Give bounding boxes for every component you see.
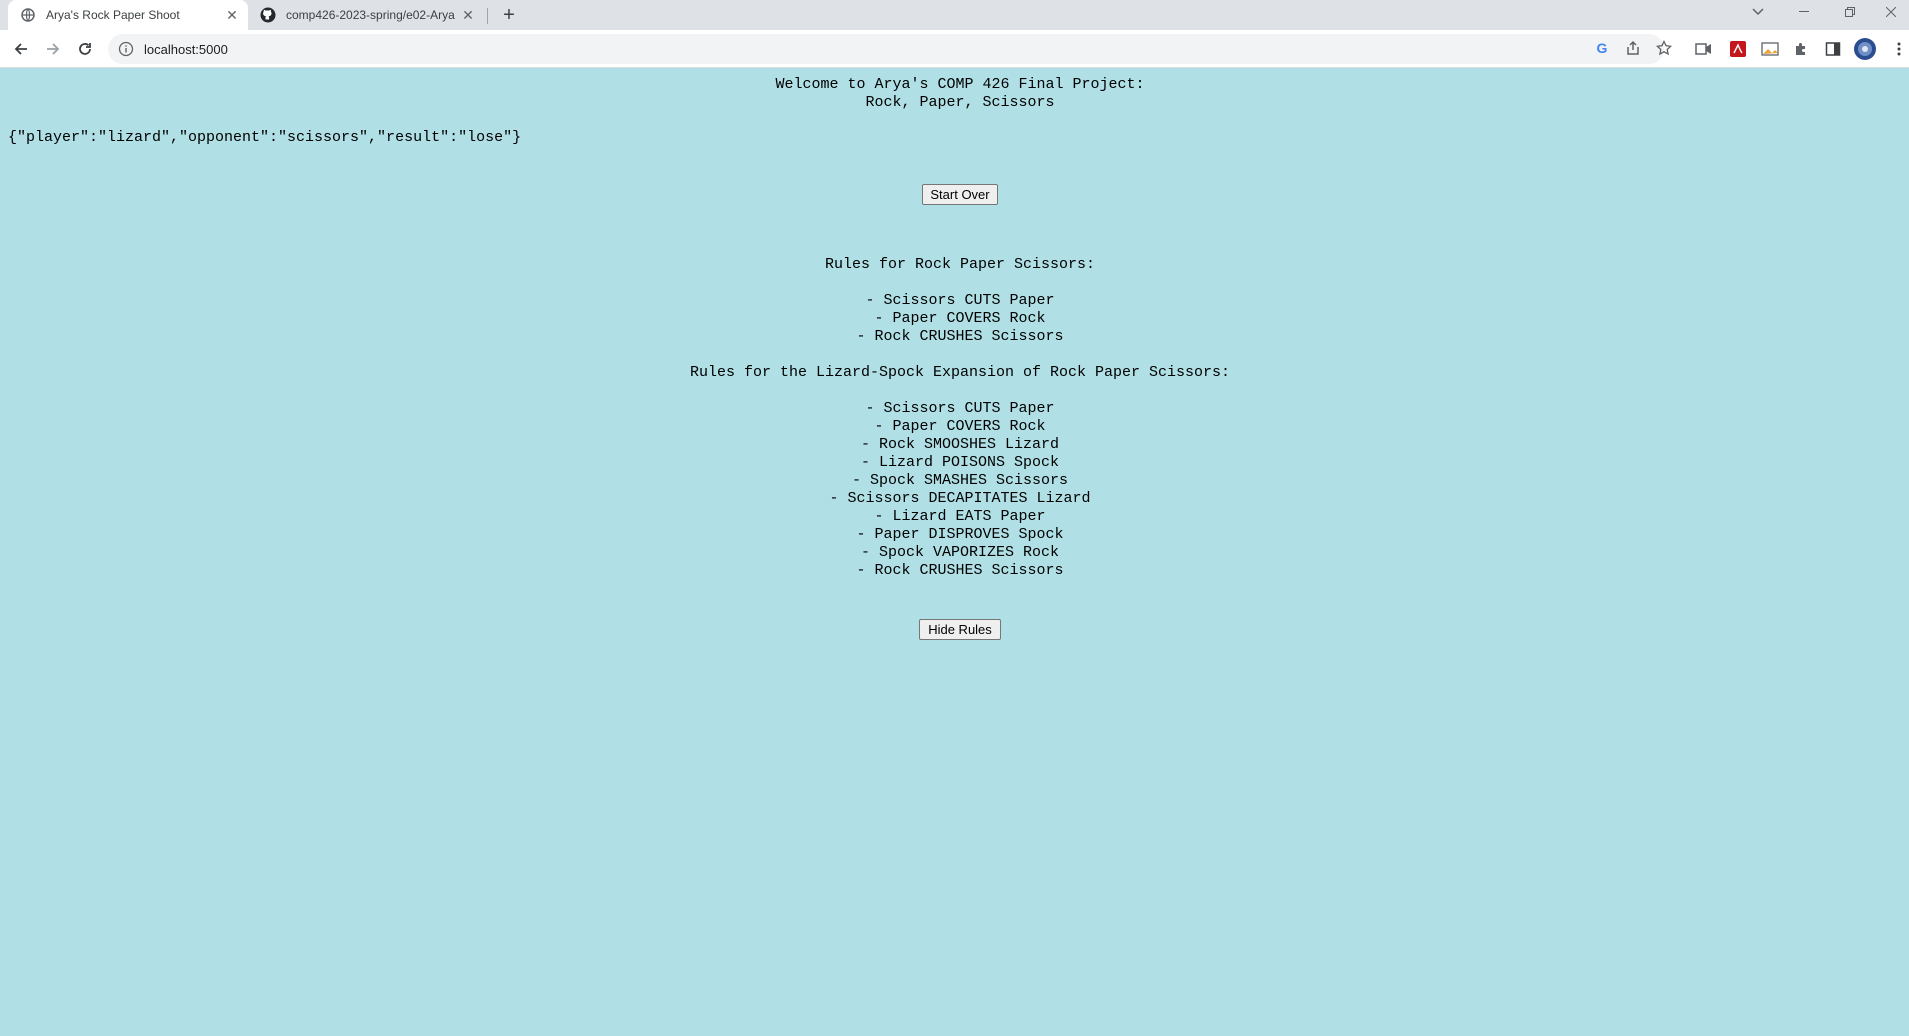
site-info-icon[interactable] (118, 41, 134, 57)
rpsls-rule: - Scissors DECAPITATES Lizard (829, 490, 1091, 507)
address-bar[interactable]: localhost:5000 (108, 34, 1664, 64)
heading-line-2: Rock, Paper, Scissors (865, 94, 1055, 111)
rpsls-rule: - Paper COVERS Rock (874, 418, 1046, 435)
rpsls-rule: - Paper DISPROVES Spock (856, 526, 1064, 543)
rps-rule: - Rock CRUSHES Scissors (856, 328, 1064, 345)
tab-separator (487, 8, 488, 24)
github-icon (260, 7, 276, 23)
back-arrow-icon[interactable] (7, 35, 35, 63)
new-tab-plus-icon[interactable]: + (497, 3, 521, 27)
side-panel-icon[interactable] (1822, 38, 1844, 60)
extensions-puzzle-icon[interactable] (1790, 38, 1812, 60)
close-tab-icon[interactable]: ✕ (222, 5, 242, 25)
share-icon[interactable] (1622, 37, 1644, 59)
close-tab-icon[interactable]: ✕ (458, 5, 478, 25)
minimize-icon[interactable] (1786, 0, 1822, 24)
page-content: Welcome to Arya's COMP 426 Final Project… (0, 68, 1909, 1036)
rps-rule: - Scissors CUTS Paper (865, 292, 1055, 309)
forward-arrow-icon[interactable] (39, 35, 67, 63)
chrome-menu-icon[interactable] (1888, 38, 1909, 60)
rpsls-rule: - Spock SMASHES Scissors (851, 472, 1069, 489)
rpsls-rule: - Rock CRUSHES Scissors (856, 562, 1064, 579)
close-window-icon[interactable] (1873, 0, 1909, 24)
start-over-button[interactable]: Start Over (922, 184, 998, 205)
rules-section: Rules for Rock Paper Scissors: - Scissor… (0, 256, 1909, 580)
google-translate-icon[interactable]: G (1591, 37, 1613, 59)
rpsls-rule: - Lizard EATS Paper (874, 508, 1046, 525)
rpsls-rule: - Spock VAPORIZES Rock (860, 544, 1060, 561)
tab-search-chevron-icon[interactable] (1740, 0, 1776, 24)
browser-toolbar: localhost:5000 G (0, 30, 1909, 68)
rpsls-rule: - Scissors CUTS Paper (865, 400, 1055, 417)
reload-icon[interactable] (71, 35, 99, 63)
bookmark-star-icon[interactable] (1653, 37, 1675, 59)
heading-line-1: Welcome to Arya's COMP 426 Final Project… (775, 76, 1145, 93)
tab-strip: Arya's Rock Paper Shoot ✕ comp426-2023-s… (0, 0, 1909, 30)
rpsls-rule: - Rock SMOOSHES Lizard (860, 436, 1060, 453)
result-json: {"player":"lizard","opponent":"scissors"… (8, 129, 522, 146)
rpsls-rule: - Lizard POISONS Spock (860, 454, 1060, 471)
extension-video-icon[interactable] (1693, 38, 1715, 60)
restore-icon[interactable] (1832, 0, 1868, 24)
tab-title: Arya's Rock Paper Shoot (46, 8, 180, 22)
profile-avatar[interactable] (1854, 38, 1876, 60)
globe-icon (20, 7, 36, 23)
rps-rule: - Paper COVERS Rock (874, 310, 1046, 327)
tab-title: comp426-2023-spring/e02-Arya (286, 8, 455, 22)
rpsls-rules-title: Rules for the Lizard-Spock Expansion of … (689, 364, 1231, 381)
page-heading: Welcome to Arya's COMP 426 Final Project… (0, 76, 1909, 112)
hide-rules-button[interactable]: Hide Rules (919, 619, 1001, 640)
acrobat-extension-icon[interactable] (1727, 38, 1749, 60)
rps-rules-title: Rules for Rock Paper Scissors: (824, 256, 1096, 273)
image-extension-icon[interactable] (1759, 38, 1781, 60)
tab-rock-paper-shoot[interactable]: Arya's Rock Paper Shoot ✕ (8, 0, 248, 30)
url-text: localhost:5000 (144, 41, 228, 57)
tab-github[interactable]: comp426-2023-spring/e02-Arya ✕ (252, 0, 484, 30)
